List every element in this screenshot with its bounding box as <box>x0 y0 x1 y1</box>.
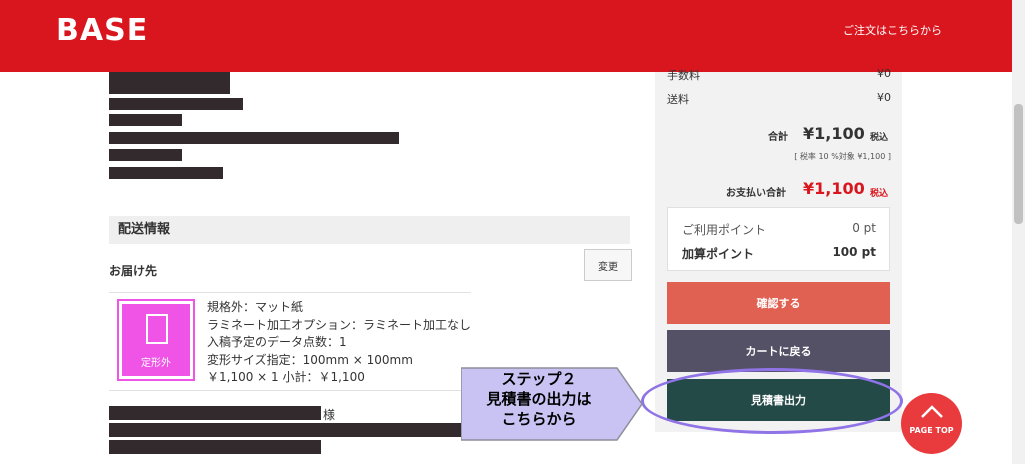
confirm-button[interactable]: 確認する <box>667 282 890 324</box>
total-label: 合計 <box>768 132 788 143</box>
divider <box>109 390 471 391</box>
order-link[interactable]: ご注文はこちらから <box>843 22 942 38</box>
redacted-block <box>109 167 223 179</box>
used-points-value: 0 pt <box>852 221 876 235</box>
item-detail-line: 規格外：マット紙 <box>207 300 304 314</box>
used-points-label: ご利用ポイント <box>682 223 767 237</box>
callout-line: こちらから <box>501 410 577 428</box>
fee-value: ¥0 <box>877 67 891 80</box>
points-box: ご利用ポイント 0 pt 加算ポイント 100 pt <box>667 207 890 271</box>
base-logo[interactable]: BASE <box>56 13 148 48</box>
payment-total-tax: 税込 <box>870 189 889 199</box>
added-points-value: 100 pt <box>832 245 876 259</box>
fee-label: 手数料 <box>667 69 700 82</box>
total-amount: ¥1,100 <box>803 124 865 143</box>
redacted-block <box>109 72 230 94</box>
honorific: 様 <box>323 408 336 422</box>
item-details: 規格外：マット紙 ラミネート加工オプション：ラミネート加工なし 入稿予定のデータ… <box>207 299 471 387</box>
redacted-block <box>109 149 182 161</box>
callout-line: ステップ２ <box>501 370 577 388</box>
envelope-icon <box>146 314 168 344</box>
shipping-section-title: 配送情報 <box>109 216 630 244</box>
callout-line: 見積書の出力は <box>486 390 592 408</box>
shipping-fee-label: 送料 <box>667 93 689 106</box>
item-detail-line: ラミネート加工オプション：ラミネート加工なし <box>207 317 472 332</box>
deliver-to-label: お届け先 <box>109 264 158 278</box>
step-callout-text: ステップ２ 見積書の出力は こちらから <box>461 369 617 429</box>
item-detail-line: 入稿予定のデータ点数：1 <box>207 335 347 349</box>
redacted-block <box>109 132 399 144</box>
item-detail-line: ￥1,100 × 1 小計：￥1,100 <box>207 370 365 384</box>
divider <box>109 292 471 293</box>
added-points-label: 加算ポイント <box>682 247 755 261</box>
total-tax: 税込 <box>870 133 889 143</box>
redacted-block <box>109 406 321 420</box>
shipping-fee-value: ¥0 <box>877 91 891 104</box>
page-top-button[interactable]: PAGE TOP <box>901 393 962 454</box>
item-detail-line: 変形サイズ指定：100mm × 100mm <box>207 352 413 367</box>
site-header: BASE ご注文はこちらから <box>0 0 1012 72</box>
redacted-block <box>109 423 461 437</box>
chevron-up-icon <box>921 405 943 418</box>
thumbnail-label: 定形外 <box>141 358 171 369</box>
back-to-cart-button[interactable]: カートに戻る <box>667 330 890 372</box>
scrollbar-thumb[interactable] <box>1014 104 1023 224</box>
redacted-block <box>109 98 243 110</box>
payment-total-amount: ¥1,100 <box>803 179 865 198</box>
item-thumbnail: 定形外 <box>117 299 195 381</box>
redacted-block <box>109 440 321 454</box>
redacted-block <box>109 114 182 126</box>
scrollbar[interactable] <box>1012 0 1025 464</box>
change-button[interactable]: 変更 <box>584 249 632 281</box>
payment-total-label: お支払い合計 <box>726 188 786 199</box>
tax-note: [ 税率 10 %対象 ¥1,100 ] <box>794 152 891 161</box>
highlight-ellipse <box>641 368 903 434</box>
page-top-label: PAGE TOP <box>909 426 954 435</box>
